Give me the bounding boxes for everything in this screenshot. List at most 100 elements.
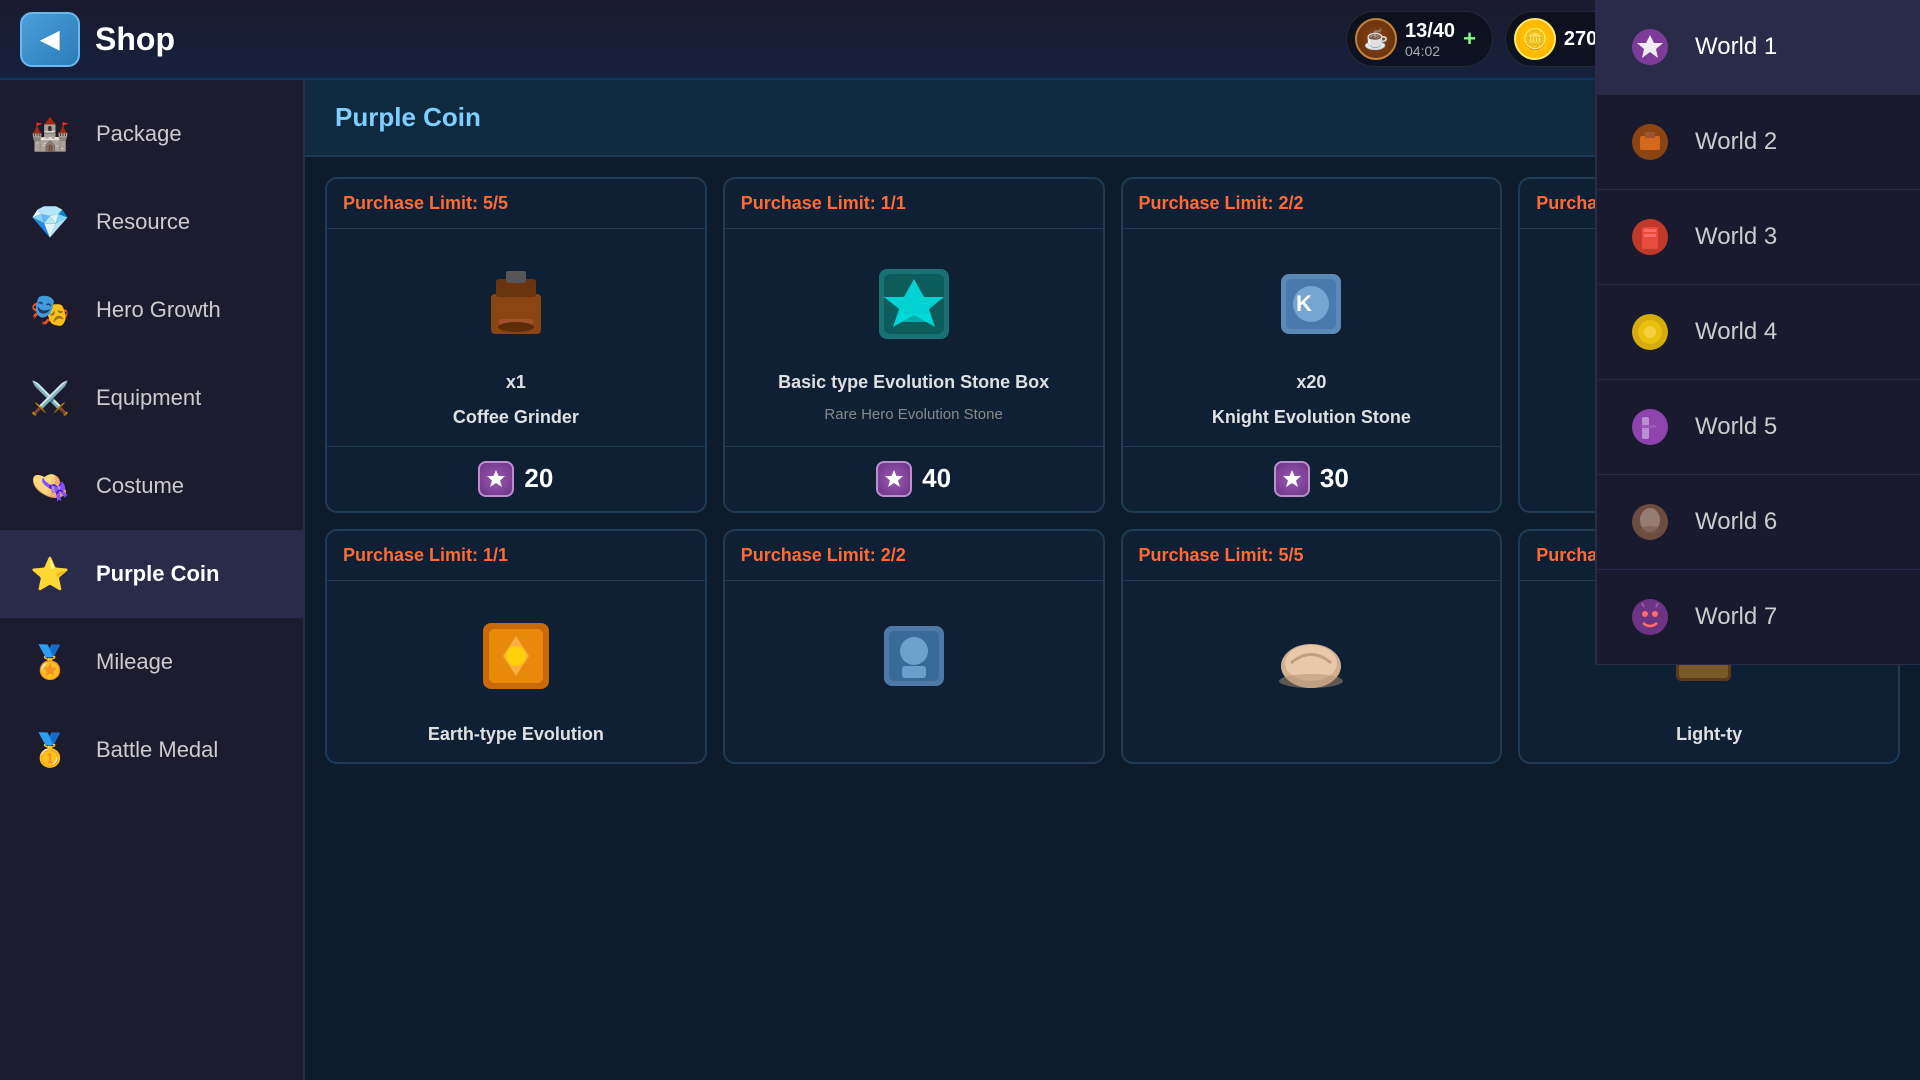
item-image-item-1 bbox=[461, 249, 571, 359]
item-price-item-2: 40 bbox=[725, 446, 1103, 511]
world-icon-world-4 bbox=[1625, 307, 1675, 357]
world-label-world-3: World 3 bbox=[1695, 223, 1777, 251]
sidebar-label-battle-medal: Battle Medal bbox=[96, 737, 218, 763]
svg-text:K: K bbox=[1296, 291, 1312, 316]
item-name-item-1: Coffee Grinder bbox=[453, 406, 579, 429]
sidebar-icon-resource: 💎 bbox=[24, 196, 76, 248]
item-limit-item-6: Purchase Limit: 2/2 bbox=[725, 531, 1103, 581]
world-icon-world-6 bbox=[1625, 497, 1675, 547]
coffee-plus-button[interactable]: + bbox=[1463, 26, 1476, 52]
sidebar-icon-costume: 👒 bbox=[24, 460, 76, 512]
price-icon-item-3 bbox=[1274, 461, 1310, 497]
sidebar-item-purple-coin[interactable]: ⭐ Purple Coin bbox=[0, 530, 303, 618]
item-name-item-8: Light-ty bbox=[1676, 723, 1742, 746]
sidebar-item-mileage[interactable]: 🏅 Mileage bbox=[0, 618, 303, 706]
item-card-item-1[interactable]: Purchase Limit: 5/5 x1 Coffee Grinder 20 bbox=[325, 177, 707, 513]
sidebar-label-equipment: Equipment bbox=[96, 385, 201, 411]
price-amount-item-3: 30 bbox=[1320, 463, 1349, 494]
item-name-item-2: Basic type Evolution Stone Box bbox=[778, 371, 1049, 394]
sidebar-item-package[interactable]: 🏰 Package bbox=[0, 90, 303, 178]
world-icon-world-3 bbox=[1625, 212, 1675, 262]
world-item-world-5[interactable]: World 5 bbox=[1597, 380, 1920, 475]
item-limit-item-1: Purchase Limit: 5/5 bbox=[327, 179, 705, 229]
item-card-item-3[interactable]: Purchase Limit: 2/2 Kx20 Knight Evolution … bbox=[1121, 177, 1503, 513]
item-body-item-1: x1 Coffee Grinder bbox=[327, 229, 705, 446]
item-image-item-5 bbox=[461, 601, 571, 711]
item-limit-item-7: Purchase Limit: 5/5 bbox=[1123, 531, 1501, 581]
sidebar: 🏰 Package 💎 Resource 🎭 Hero Growth ⚔️ Equipment… bbox=[0, 80, 305, 1080]
item-quantity-item-1: x1 bbox=[506, 371, 526, 394]
item-image-item-3: K bbox=[1256, 249, 1366, 359]
sidebar-label-costume: Costume bbox=[96, 473, 184, 499]
item-card-item-7[interactable]: Purchase Limit: 5/5 bbox=[1121, 529, 1503, 764]
coffee-amount: 13/40 bbox=[1405, 20, 1455, 43]
item-image-item-2 bbox=[859, 249, 969, 359]
item-body-item-5: Earth-type Evolution bbox=[327, 581, 705, 762]
coin-icon: 🪙 bbox=[1514, 18, 1556, 60]
world-item-world-4[interactable]: World 4 bbox=[1597, 285, 1920, 380]
item-price-item-1: 20 bbox=[327, 446, 705, 511]
item-name-item-5: Earth-type Evolution bbox=[428, 723, 604, 746]
item-body-item-7 bbox=[1123, 581, 1501, 762]
item-card-item-5[interactable]: Purchase Limit: 1/1 Earth-type Evolution bbox=[325, 529, 707, 764]
item-limit-item-3: Purchase Limit: 2/2 bbox=[1123, 179, 1501, 229]
world-item-world-7[interactable]: World 7 bbox=[1597, 570, 1920, 665]
item-limit-item-2: Purchase Limit: 1/1 bbox=[725, 179, 1103, 229]
sidebar-icon-purple-coin: ⭐ bbox=[24, 548, 76, 600]
world-item-world-3[interactable]: World 3 bbox=[1597, 190, 1920, 285]
coffee-timer: 04:02 bbox=[1405, 43, 1455, 59]
main-layout: 🏰 Package 💎 Resource 🎭 Hero Growth ⚔️ Equipment… bbox=[0, 80, 1920, 1080]
item-body-item-2: Basic type Evolution Stone Box Rare Hero … bbox=[725, 229, 1103, 446]
sidebar-icon-package: 🏰 bbox=[24, 108, 76, 160]
sidebar-icon-mileage: 🏅 bbox=[24, 636, 76, 688]
world-label-world-2: World 2 bbox=[1695, 128, 1777, 156]
sidebar-label-hero-growth: Hero Growth bbox=[96, 297, 221, 323]
sidebar-icon-equipment: ⚔️ bbox=[24, 372, 76, 424]
world-label-world-7: World 7 bbox=[1695, 603, 1777, 631]
sidebar-label-purple-coin: Purple Coin bbox=[96, 561, 219, 587]
sidebar-item-costume[interactable]: 👒 Costume bbox=[0, 442, 303, 530]
world-icon-world-5 bbox=[1625, 402, 1675, 452]
world-label-world-4: World 4 bbox=[1695, 318, 1777, 346]
item-price-item-3: 30 bbox=[1123, 446, 1501, 511]
back-icon: ◀ bbox=[41, 25, 59, 54]
sidebar-icon-battle-medal: 🥇 bbox=[24, 724, 76, 776]
sidebar-label-package: Package bbox=[96, 121, 182, 147]
price-amount-item-2: 40 bbox=[922, 463, 951, 494]
world-dropdown: World 1 World 2 World 3 World 4 World 5 World… bbox=[1595, 0, 1920, 665]
sidebar-item-equipment[interactable]: ⚔️ Equipment bbox=[0, 354, 303, 442]
shop-title: Shop bbox=[95, 21, 175, 58]
item-name-item-3: Knight Evolution Stone bbox=[1212, 406, 1411, 429]
item-image-item-6 bbox=[859, 601, 969, 711]
sidebar-icon-hero-growth: 🎭 bbox=[24, 284, 76, 336]
world-icon-world-7 bbox=[1625, 592, 1675, 642]
section-title: Purple Coin bbox=[335, 102, 481, 133]
sidebar-label-resource: Resource bbox=[96, 209, 190, 235]
world-item-world-1[interactable]: World 1 bbox=[1597, 0, 1920, 95]
item-body-item-6 bbox=[725, 581, 1103, 762]
price-icon-item-1 bbox=[478, 461, 514, 497]
item-subtitle-item-2: Rare Hero Evolution Stone bbox=[824, 406, 1002, 423]
world-label-world-6: World 6 bbox=[1695, 508, 1777, 536]
sidebar-label-mileage: Mileage bbox=[96, 649, 173, 675]
item-quantity-item-3: x20 bbox=[1296, 371, 1326, 394]
sidebar-item-resource[interactable]: 💎 Resource bbox=[0, 178, 303, 266]
world-item-world-6[interactable]: World 6 bbox=[1597, 475, 1920, 570]
world-icon-world-2 bbox=[1625, 117, 1675, 167]
world-item-world-2[interactable]: World 2 bbox=[1597, 95, 1920, 190]
item-card-item-2[interactable]: Purchase Limit: 1/1Basic type Evolution … bbox=[723, 177, 1105, 513]
item-limit-item-5: Purchase Limit: 1/1 bbox=[327, 531, 705, 581]
item-body-item-3: Kx20 Knight Evolution Stone bbox=[1123, 229, 1501, 446]
coffee-resource[interactable]: ☕ 13/40 04:02 + bbox=[1346, 11, 1493, 67]
price-amount-item-1: 20 bbox=[524, 463, 553, 494]
back-button[interactable]: ◀ bbox=[20, 12, 80, 67]
price-icon-item-2 bbox=[876, 461, 912, 497]
world-icon-world-1 bbox=[1625, 22, 1675, 72]
coffee-icon: ☕ bbox=[1355, 18, 1397, 60]
item-image-item-7 bbox=[1256, 601, 1366, 711]
sidebar-item-battle-medal[interactable]: 🥇 Battle Medal bbox=[0, 706, 303, 794]
sidebar-item-hero-growth[interactable]: 🎭 Hero Growth bbox=[0, 266, 303, 354]
item-card-item-6[interactable]: Purchase Limit: 2/2 bbox=[723, 529, 1105, 764]
world-label-world-5: World 5 bbox=[1695, 413, 1777, 441]
world-label-world-1: World 1 bbox=[1695, 33, 1777, 61]
